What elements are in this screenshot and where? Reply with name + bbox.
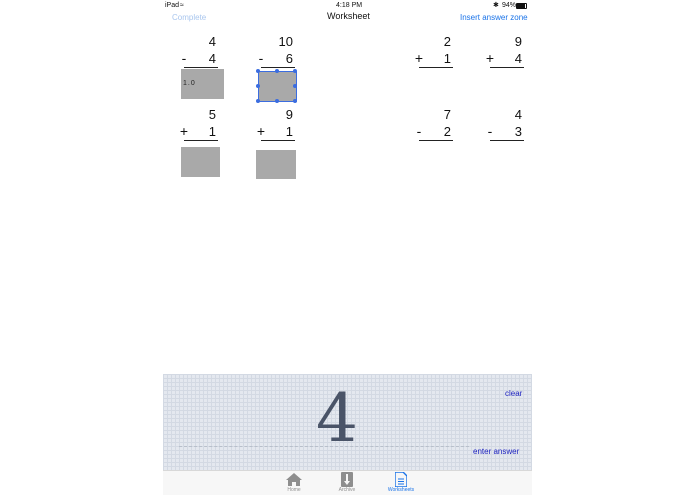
- problem-rule: [261, 140, 295, 141]
- resize-handle[interactable]: [275, 99, 279, 103]
- tab-label: Home: [287, 487, 301, 493]
- problem-rule: [490, 67, 524, 68]
- answer-zone[interactable]: 1.0: [181, 69, 224, 99]
- archive-icon: [341, 472, 353, 487]
- problem-bottom-number: 1: [285, 124, 293, 139]
- tab-label: Archive: [338, 487, 356, 493]
- problem-bottom-number: 1: [443, 51, 451, 66]
- resize-handle[interactable]: [293, 84, 297, 88]
- problem-rule: [419, 67, 453, 68]
- problem-card: 2 + 1: [415, 34, 465, 104]
- problem-bottom-number: 2: [443, 124, 451, 139]
- tab-label: Worksheets: [387, 487, 415, 493]
- complete-button[interactable]: Complete: [172, 13, 206, 22]
- problem-bottom-number: 4: [514, 51, 522, 66]
- clear-button[interactable]: clear: [505, 389, 522, 398]
- problem-rule: [419, 140, 453, 141]
- insert-answer-zone-button[interactable]: Insert answer zone: [460, 13, 528, 22]
- answer-zone[interactable]: [181, 147, 220, 177]
- resize-handle[interactable]: [256, 84, 260, 88]
- tab-archive[interactable]: Archive: [327, 471, 367, 495]
- problem-top-number: 4: [514, 107, 522, 122]
- bluetooth-icon: ✱: [493, 2, 499, 9]
- tab-home[interactable]: Home: [274, 471, 314, 495]
- problem-bottom-number: 6: [285, 51, 293, 66]
- problem-bottom-number: 3: [514, 124, 522, 139]
- problem-card: 4 - 3: [486, 107, 536, 177]
- status-time: 4:18 PM: [336, 2, 363, 9]
- problem-rule: [490, 140, 524, 141]
- problem-bottom-number: 4: [208, 51, 216, 66]
- problem-top-number: 10: [278, 34, 293, 49]
- page-title: Worksheet: [327, 11, 370, 21]
- problem-rule: [261, 67, 295, 68]
- problem-top-number: 2: [443, 34, 451, 49]
- wifi-icon: ≈: [180, 2, 184, 9]
- answer-zone-selected[interactable]: [258, 71, 297, 102]
- home-icon: [286, 473, 302, 486]
- battery-percent: 94%: [502, 2, 517, 9]
- resize-handle[interactable]: [256, 69, 260, 73]
- problem-top-number: 5: [208, 107, 216, 122]
- problem-card: 7 - 2: [415, 107, 465, 177]
- problem-rule: [184, 140, 218, 141]
- resize-handle[interactable]: [256, 99, 260, 103]
- tab-bar: Home Archive Worksheets: [163, 470, 532, 495]
- resize-handle[interactable]: [293, 99, 297, 103]
- problem-rule: [184, 67, 218, 68]
- handwriting-input-panel[interactable]: 4 clear enter answer: [163, 374, 532, 470]
- problem-card: 9 + 4: [486, 34, 536, 104]
- problem-top-number: 7: [443, 107, 451, 122]
- battery-icon: [516, 3, 527, 9]
- answer-value: 1.0: [183, 80, 196, 87]
- baseline-guide: [179, 446, 469, 447]
- device-label: iPad: [165, 2, 180, 9]
- problem-top-number: 9: [514, 34, 522, 49]
- resize-handle[interactable]: [275, 69, 279, 73]
- problem-top-number: 9: [285, 107, 293, 122]
- document-icon: [395, 472, 407, 487]
- problem-top-number: 4: [208, 34, 216, 49]
- answer-zone[interactable]: [256, 150, 296, 179]
- resize-handle[interactable]: [293, 69, 297, 73]
- problem-bottom-number: 1: [208, 124, 216, 139]
- tab-worksheets[interactable]: Worksheets: [381, 471, 421, 495]
- enter-answer-button[interactable]: enter answer: [473, 447, 519, 456]
